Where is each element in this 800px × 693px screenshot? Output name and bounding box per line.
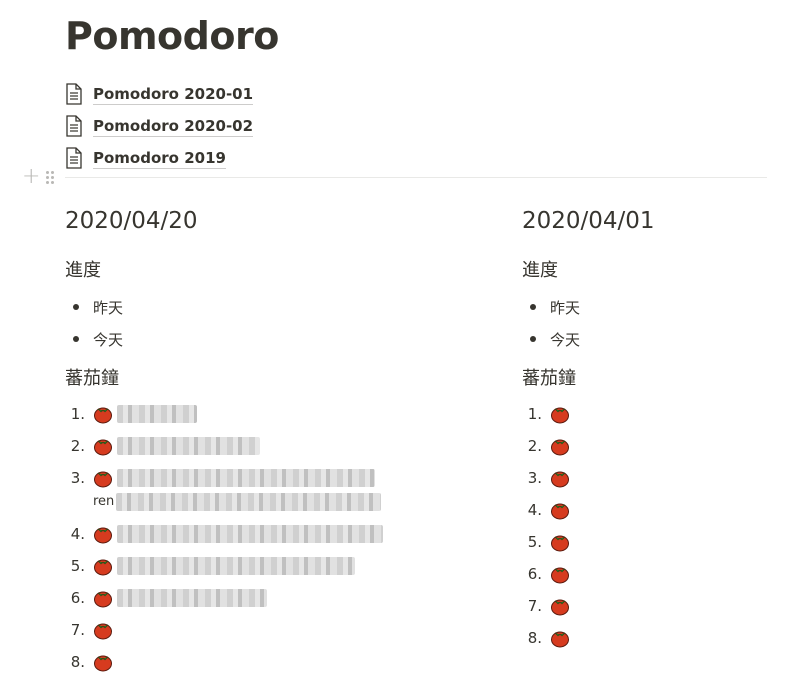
list-item[interactable]: 昨天 [65, 291, 465, 323]
list-item[interactable]: 今天 [65, 323, 465, 355]
bullet-icon [530, 336, 536, 342]
subpage-link[interactable]: Pomodoro 2019 [65, 142, 253, 174]
tomato-icon [551, 599, 569, 616]
tomato-icon [94, 559, 112, 576]
list-item[interactable]: 6. [65, 585, 465, 617]
list-item[interactable]: 2. [522, 433, 762, 465]
list-item[interactable]: 今天 [522, 323, 762, 355]
page-title: Pomodoro [65, 14, 279, 58]
list-item[interactable]: 7. [65, 617, 465, 649]
column-left: 2020/04/20 進度 昨天 今天 蕃茄鐘 1. 2. 3. ren 4. … [65, 205, 465, 681]
document-icon [66, 115, 82, 137]
bullet-icon [530, 304, 536, 310]
item-number: 6. [70, 589, 85, 607]
tomato-icon [94, 623, 112, 640]
list-item[interactable]: 3. [522, 465, 762, 497]
redacted-text [116, 493, 382, 511]
subpage-label: Pomodoro 2019 [93, 148, 226, 169]
item-number: 8. [70, 653, 85, 671]
item-number: 5. [527, 533, 542, 551]
item-number: 5. [70, 557, 85, 575]
list-item[interactable]: 8. [65, 649, 465, 681]
list-item-text: 今天 [93, 330, 124, 349]
redacted-text [117, 469, 375, 487]
subpage-list: Pomodoro 2020-01 Pomodoro 2020-02 Pomodo… [65, 78, 254, 174]
document-icon [66, 83, 82, 105]
tomato-icon [551, 439, 569, 456]
tomato-icon [551, 407, 569, 424]
progress-heading: 進度 [65, 260, 101, 281]
list-item[interactable]: 5. [65, 553, 465, 585]
item-number: 6. [527, 565, 542, 583]
date-heading: 2020/04/20 [65, 208, 198, 234]
tomato-icon [94, 655, 112, 672]
redacted-text [117, 437, 260, 455]
item-number: 7. [527, 597, 542, 615]
item-number: 2. [70, 437, 85, 455]
tomato-icon [94, 527, 112, 544]
item-number: 1. [70, 405, 85, 423]
tomato-icon [94, 439, 112, 456]
list-item[interactable]: 7. [522, 593, 762, 625]
item-number: 4. [70, 525, 85, 543]
pomodoro-heading: 蕃茄鐘 [65, 368, 119, 389]
list-item[interactable]: 1. [65, 401, 465, 433]
list-item[interactable]: 5. [522, 529, 762, 561]
redacted-text [117, 557, 355, 575]
list-item[interactable]: 3. ren [65, 465, 465, 521]
tomato-icon [94, 591, 112, 608]
bullet-icon [73, 336, 79, 342]
item-number: 7. [70, 621, 85, 639]
pomodoro-list: 1. 2. 3. 4. 5. 6. 7. 8. [522, 401, 762, 657]
item-number: 1. [527, 405, 542, 423]
progress-list: 昨天 今天 [522, 291, 762, 355]
column-right: 2020/04/01 進度 昨天 今天 蕃茄鐘 1. 2. 3. 4. 5. 6… [522, 205, 762, 657]
divider [65, 177, 767, 178]
date-heading: 2020/04/01 [522, 208, 655, 234]
redacted-text [117, 589, 267, 607]
list-item[interactable]: 4. [522, 497, 762, 529]
list-item[interactable]: 2. [65, 433, 465, 465]
list-item-text: 昨天 [550, 298, 581, 317]
subpage-link[interactable]: Pomodoro 2020-01 [65, 78, 254, 110]
list-item[interactable]: 6. [522, 561, 762, 593]
item-number: 8. [527, 629, 542, 647]
tomato-icon [551, 503, 569, 520]
plus-icon[interactable]: + [22, 166, 40, 188]
block-controls: + [22, 166, 55, 188]
tomato-icon [94, 407, 112, 424]
item-number: 3. [527, 469, 542, 487]
bullet-icon [73, 304, 79, 310]
redacted-text [117, 525, 383, 543]
list-item[interactable]: 1. [522, 401, 762, 433]
progress-heading: 進度 [522, 260, 558, 281]
redacted-text [117, 405, 197, 423]
subpage-link[interactable]: Pomodoro 2020-02 [65, 110, 254, 142]
document-icon [66, 147, 82, 169]
progress-list: 昨天 今天 [65, 291, 465, 355]
item-number: 3. [70, 469, 85, 487]
subpage-label: Pomodoro 2020-01 [93, 84, 254, 105]
list-item-text: 昨天 [93, 298, 124, 317]
list-item-text: 今天 [550, 330, 581, 349]
drag-handle-icon[interactable] [46, 170, 55, 184]
list-item[interactable]: 昨天 [522, 291, 762, 323]
tomato-icon [551, 631, 569, 648]
tomato-icon [551, 535, 569, 552]
pomodoro-list: 1. 2. 3. ren 4. 5. 6. 7. 8. [65, 401, 465, 681]
text-fragment: ren [93, 494, 115, 509]
item-number: 4. [527, 501, 542, 519]
pomodoro-heading: 蕃茄鐘 [522, 368, 576, 389]
tomato-icon [551, 471, 569, 488]
item-number: 2. [527, 437, 542, 455]
tomato-icon [94, 471, 112, 488]
subpage-label: Pomodoro 2020-02 [93, 116, 254, 137]
list-item[interactable]: 4. [65, 521, 465, 553]
tomato-icon [551, 567, 569, 584]
list-item[interactable]: 8. [522, 625, 762, 657]
